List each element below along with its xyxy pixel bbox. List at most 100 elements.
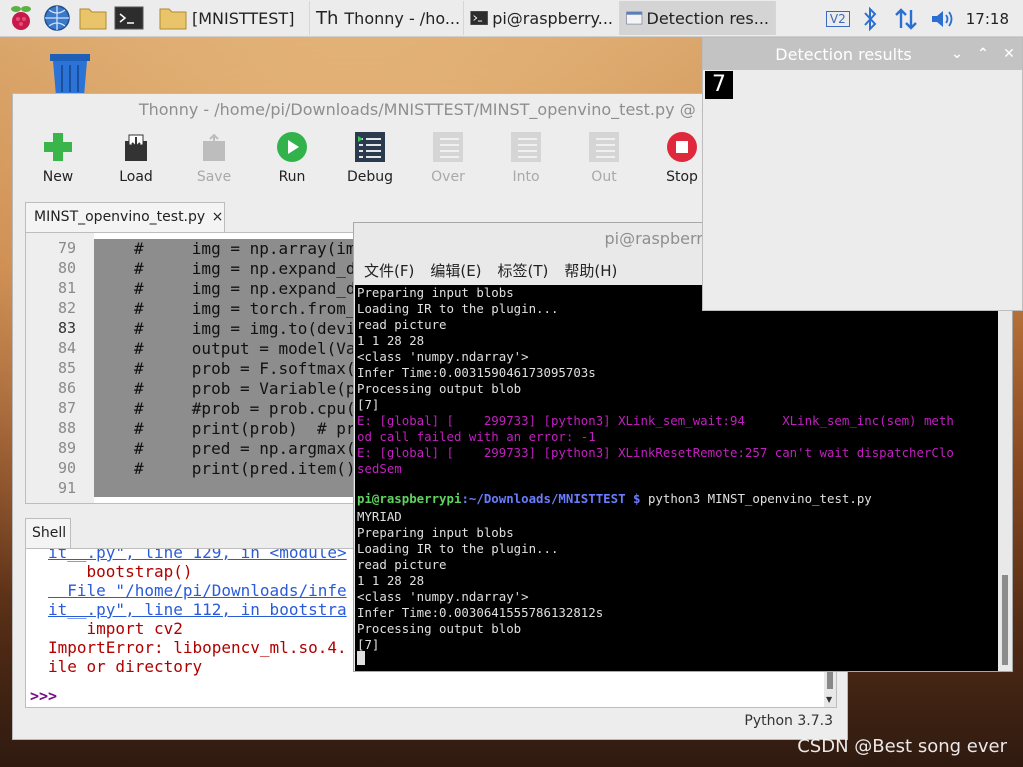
step-over-button[interactable]: Over [409,126,487,196]
scrollbar-thumb[interactable] [1002,575,1008,665]
scroll-down-icon[interactable]: ▼ [826,695,832,704]
terminal-line: MYRIAD [357,509,402,524]
text-cursor [357,651,365,665]
new-button[interactable]: New [19,126,97,196]
menu-file[interactable]: 文件(F) [364,260,414,281]
detection-results-window: Detection results ⌄ ⌃ ✕ 7 [702,37,1023,311]
editor-tab[interactable]: MINST_openvino_test.py × [25,202,225,232]
close-icon[interactable]: ✕ [996,46,1022,62]
line-number: 83 [57,319,76,337]
line-number: 81 [57,279,76,297]
line-number: 90 [57,459,76,477]
prompt-path: :~/Downloads/MNISTTEST $ [461,491,641,506]
menu-tabs[interactable]: 标签(T) [498,260,549,281]
save-button[interactable]: Save [175,126,253,196]
menu-edit[interactable]: 编辑(E) [430,260,481,281]
terminal-line: <class 'numpy.ndarray'> [357,589,529,604]
volume-icon[interactable] [930,7,956,31]
step-out-icon [589,132,619,162]
run-button[interactable]: Run [253,126,331,196]
clock[interactable]: 17:18 [966,10,1009,28]
shell-prompt[interactable]: >>> [30,687,57,705]
shell-tab-label: Shell [32,525,67,541]
detection-title: Detection results [775,44,912,64]
menu-help[interactable]: 帮助(H) [564,260,617,281]
bluetooth-icon[interactable] [860,6,880,32]
line-number: 87 [57,399,76,417]
code-line[interactable]: # prob = F.softmax( [134,359,356,378]
shell-line[interactable]: it__.py", line 129, in <module> [48,549,347,562]
debug-icon [355,132,385,162]
task-thonny[interactable]: Th Thonny - /ho... [310,1,464,35]
code-line[interactable]: # img = np.expand_d [134,259,356,278]
chevron-down-icon[interactable]: ⌄ [944,46,970,62]
task-label: pi@raspberry... [492,8,613,28]
save-label: Save [196,169,232,185]
detected-digit-image: 7 [705,71,733,99]
terminal-prompt-line: pi@raspberrypi:~/Downloads/MNISTTEST $ p… [357,491,872,506]
network-icon[interactable] [894,6,918,32]
terminal-line: read picture [357,557,447,572]
shell-line[interactable]: it__.py", line 112, in bootstra [48,600,347,619]
web-browser-icon[interactable] [42,3,72,33]
code-line[interactable]: # print(prob) # pr [134,419,356,438]
shell-tab[interactable]: Shell [25,518,71,548]
task-file-manager[interactable]: [MNISTTEST] [152,1,310,35]
line-number: 79 [57,239,76,257]
shell-line: import cv2 [48,619,183,638]
step-into-button[interactable]: Into [487,126,565,196]
line-number: 88 [57,419,76,437]
code-line[interactable]: # img = np.array(im [134,239,356,258]
terminal-line: Processing output blob [357,381,522,396]
load-label: Load [119,169,153,185]
watermark: CSDN @Best song ever [797,736,1007,757]
plus-icon [44,133,72,161]
terminal-line: 1 1 28 28 [357,573,425,588]
thonny-icon: Th [316,7,339,29]
task-label: Detection res... [646,8,769,28]
terminal-launcher-icon[interactable] [114,3,144,33]
line-number: 86 [57,379,76,397]
terminal-line: Infer Time:0.003159046173095703s [357,365,596,380]
raspberry-menu-icon[interactable] [6,3,36,33]
taskbar: [MNISTTEST] Th Thonny - /ho... pi@raspbe… [0,0,1023,37]
vnc-icon[interactable]: V2 [825,10,850,27]
file-manager-icon[interactable] [78,3,108,33]
load-button[interactable]: Load [97,126,175,196]
line-number: 82 [57,299,76,317]
line-number: 80 [57,259,76,277]
step-into-icon [511,132,541,162]
terminal-line: Loading IR to the plugin... [357,301,559,316]
play-icon [277,132,307,162]
task-terminal[interactable]: pi@raspberry... [464,1,620,35]
code-line[interactable]: # prob = Variable(p [134,379,356,398]
debug-button[interactable]: Debug [331,126,409,196]
terminal-scrollbar[interactable] [998,285,1012,671]
chevron-up-icon[interactable]: ⌃ [970,46,996,62]
step-over-icon [433,132,463,162]
python-version-status[interactable]: Python 3.7.3 [744,713,833,729]
close-tab-icon[interactable]: × [212,209,224,225]
window-icon [626,11,643,25]
step-out-button[interactable]: Out [565,126,643,196]
code-line[interactable]: # img = torch.from_ [134,299,356,318]
terminal-output[interactable]: Preparing input blobs Loading IR to the p… [355,285,999,671]
new-label: New [42,169,74,185]
debug-label: Debug [346,169,394,185]
code-line[interactable]: # #prob = prob.cpu( [134,399,356,418]
code-line[interactable]: # img = np.expand_d [134,279,356,298]
task-detection-results[interactable]: Detection res... [620,1,776,35]
code-line[interactable]: # print(pred.item() [134,459,356,478]
code-line[interactable]: # img = img.to(devi [134,319,356,338]
terminal-line: [7] [357,397,380,412]
prompt-user: pi@raspberrypi [357,491,462,506]
prompt-command: python3 MINST_openvino_test.py [640,491,872,506]
trash-icon[interactable] [48,52,92,96]
shell-line[interactable]: File "/home/pi/Downloads/infe [48,581,346,600]
code-line[interactable]: # output = model(Va [134,339,356,358]
terminal-cursor-line [357,651,365,666]
task-label: Thonny - /ho... [344,8,461,28]
terminal-line: [7] [357,637,380,652]
code-line[interactable]: # pred = np.argmax( [134,439,356,458]
into-label: Into [512,169,540,185]
